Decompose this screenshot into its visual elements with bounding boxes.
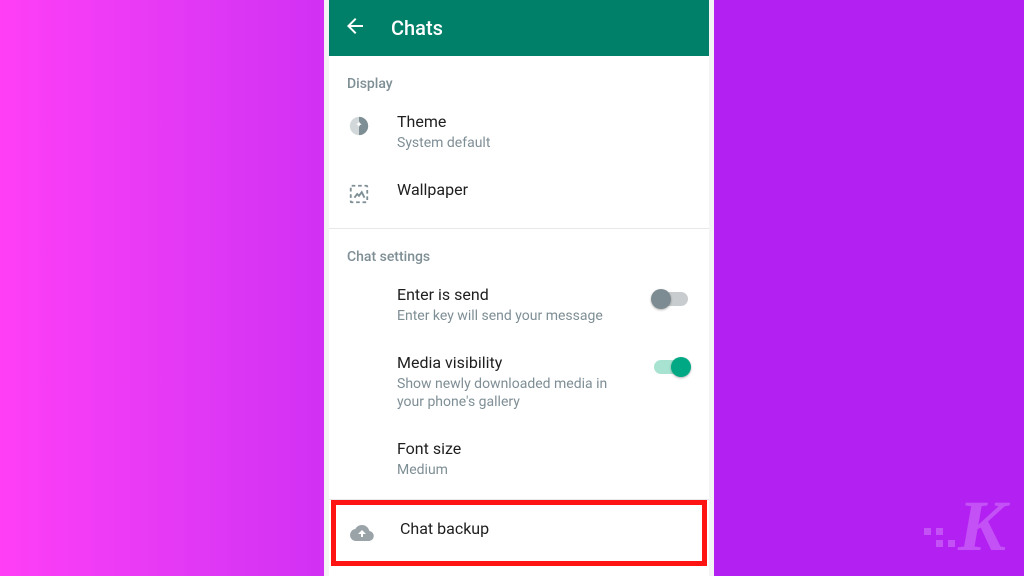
setting-label: Chat backup [400, 519, 688, 539]
setting-desc: Show newly downloaded media in your phon… [397, 375, 625, 411]
app-bar: Chats [329, 0, 709, 56]
watermark-logo: K [958, 485, 1002, 568]
settings-content: Display Theme System default Wallpaper C… [329, 56, 709, 576]
setting-desc: Enter key will send your message [397, 307, 625, 325]
toggle-media-visibility[interactable] [651, 355, 691, 379]
setting-theme[interactable]: Theme System default [329, 98, 709, 166]
setting-font-size[interactable]: Font size Medium [329, 425, 709, 493]
setting-value: Medium [397, 461, 691, 479]
setting-wallpaper[interactable]: Wallpaper [329, 166, 709, 222]
highlight-annotation: Chat backup [331, 500, 707, 566]
page-title: Chats [391, 16, 443, 40]
phone-screen: Chats Display Theme System default Wallp… [324, 0, 714, 576]
section-header-chat-settings: Chat settings [329, 229, 709, 271]
setting-media-visibility[interactable]: Media visibility Show newly downloaded m… [329, 339, 709, 425]
setting-enter-is-send[interactable]: Enter is send Enter key will send your m… [329, 271, 709, 339]
setting-label: Theme [397, 112, 691, 132]
icon-placeholder [347, 287, 371, 311]
cloud-backup-icon [350, 521, 374, 545]
setting-chat-backup[interactable]: Chat backup [336, 505, 702, 561]
icon-placeholder [347, 355, 371, 379]
wallpaper-icon [347, 182, 371, 206]
section-header-display: Display [329, 56, 709, 98]
back-arrow-icon[interactable] [343, 14, 367, 42]
icon-placeholder [347, 441, 371, 465]
toggle-enter-is-send[interactable] [651, 287, 691, 311]
setting-value: System default [397, 134, 691, 152]
setting-label: Enter is send [397, 285, 625, 305]
setting-label: Font size [397, 439, 691, 459]
theme-icon [347, 114, 371, 138]
setting-label: Wallpaper [397, 180, 691, 200]
setting-label: Media visibility [397, 353, 625, 373]
